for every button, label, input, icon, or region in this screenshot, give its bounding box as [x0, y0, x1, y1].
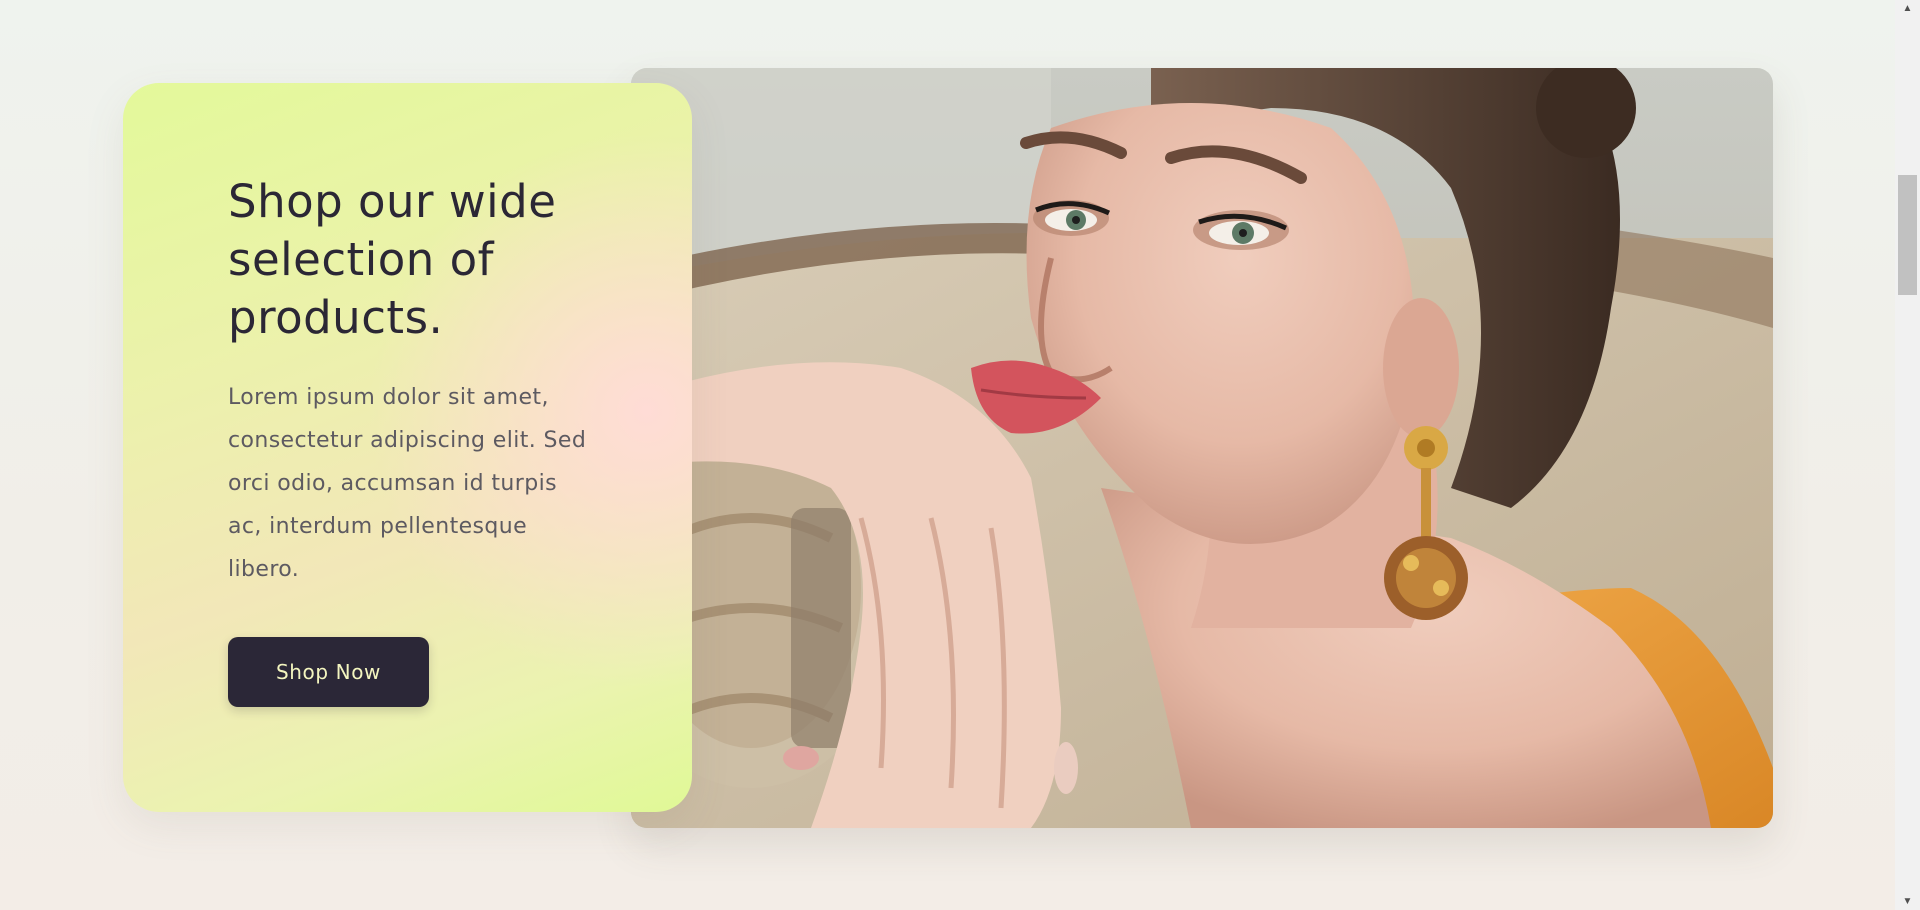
promo-heading: Shop our wide selection of products. — [228, 175, 557, 344]
scroll-down-arrow-icon[interactable]: ▼ — [1895, 893, 1920, 910]
promo-card: Shop our wide selection of products. Lor… — [123, 83, 692, 812]
vertical-scrollbar[interactable]: ▲ ▼ — [1895, 0, 1920, 910]
promo-description: Lorem ipsum dolor sit amet, consectetur … — [228, 385, 587, 582]
shop-now-button[interactable]: Shop Now — [228, 637, 429, 707]
hero-image — [631, 68, 1773, 828]
scrollbar-thumb[interactable] — [1898, 175, 1917, 295]
scroll-up-arrow-icon[interactable]: ▲ — [1895, 0, 1920, 17]
portrait-photo-icon — [631, 68, 1773, 828]
